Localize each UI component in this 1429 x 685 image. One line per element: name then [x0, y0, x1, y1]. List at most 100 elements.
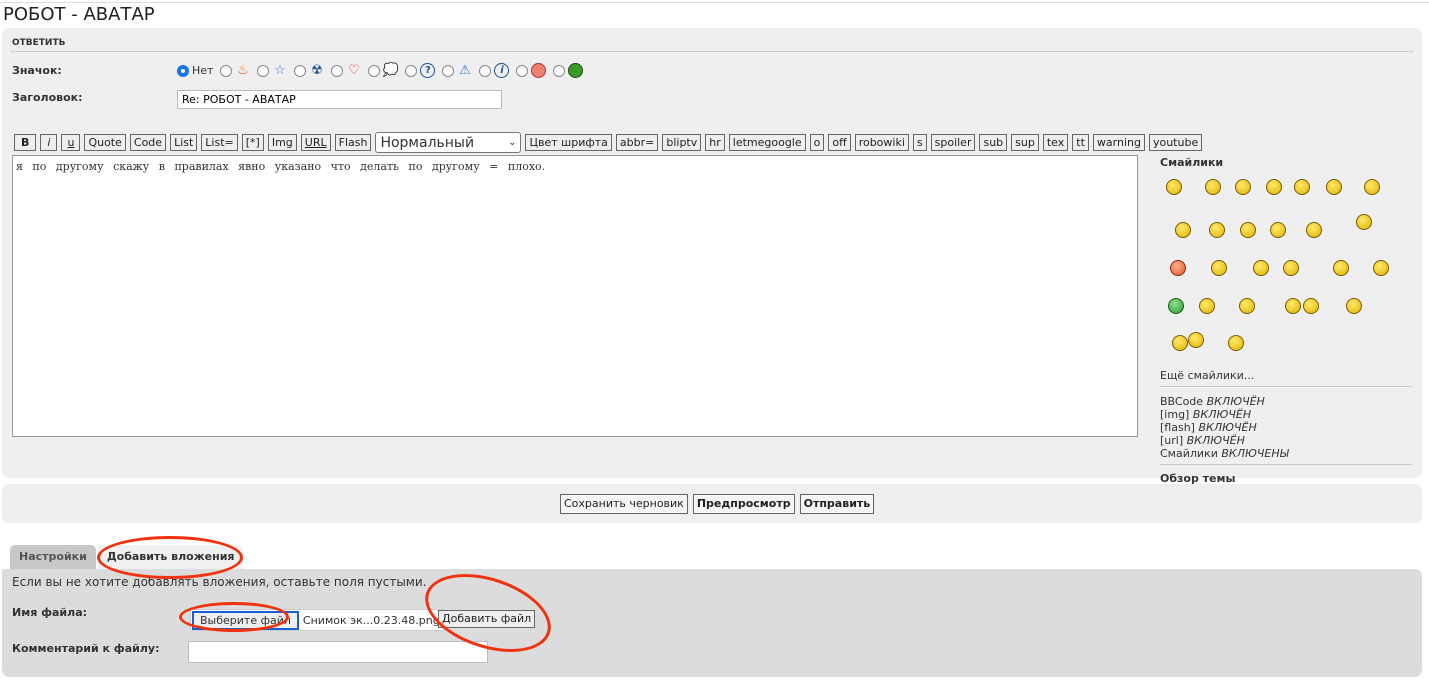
status-value: ВКЛЮЧЁН [1206, 395, 1265, 408]
filename-label: Имя файла: [12, 606, 88, 619]
smiley-icon[interactable] [1239, 298, 1255, 314]
tex-button[interactable]: tex [1042, 134, 1069, 151]
tab-settings[interactable]: Настройки [10, 545, 96, 569]
file-input[interactable]: Выберите файл Снимок эк...0.23.48.png [190, 609, 444, 631]
robowiki-button[interactable]: robowiki [854, 134, 909, 151]
icon-radio-none[interactable] [177, 64, 189, 77]
warning-button[interactable]: warning [1092, 134, 1145, 151]
radioactive-icon: ☢ [311, 63, 323, 78]
status-url: [url] ВКЛЮЧЁН [1160, 434, 1412, 447]
smiley-icon[interactable] [1294, 179, 1310, 195]
divider [1160, 386, 1412, 387]
heart-icon: ♡ [348, 63, 360, 78]
more-smilies-link[interactable]: Ещё смайлики... [1160, 369, 1412, 382]
icon-radio[interactable] [405, 64, 418, 77]
font-color-button[interactable]: Цвет шрифта [525, 134, 612, 151]
img-button[interactable]: Img [267, 134, 297, 151]
sup-button[interactable]: sup [1011, 134, 1039, 151]
smiley-icon[interactable] [1205, 179, 1221, 195]
hr-button[interactable]: hr [705, 134, 725, 151]
smiley-icon[interactable] [1364, 179, 1380, 195]
smiley-icon[interactable] [1356, 214, 1372, 230]
smiley-icon[interactable] [1235, 179, 1251, 195]
font-size-select[interactable]: Нормальный ⌄ [375, 132, 522, 153]
preview-button[interactable]: Предпросмотр [692, 494, 795, 514]
strike-button[interactable]: s [912, 134, 927, 151]
grin-face-icon [568, 63, 584, 78]
tt-button[interactable]: tt [1072, 134, 1089, 151]
icon-radio[interactable] [331, 64, 344, 77]
underline-button[interactable]: u [61, 134, 81, 151]
smiley-icon[interactable] [1285, 298, 1301, 314]
icon-radio[interactable] [220, 64, 233, 77]
smiley-icon[interactable] [1306, 222, 1322, 238]
warning-icon: ⚠ [459, 63, 471, 78]
smiley-icon[interactable] [1266, 179, 1282, 195]
smiley-icon[interactable] [1253, 260, 1269, 276]
smiley-icon[interactable] [1172, 335, 1188, 351]
youtube-button[interactable]: youtube [1148, 134, 1203, 151]
bold-button[interactable]: B [14, 134, 37, 151]
italic-button[interactable]: i [40, 134, 58, 151]
smiley-icon[interactable] [1209, 222, 1225, 238]
subject-input[interactable] [177, 90, 502, 109]
smiley-icon[interactable] [1228, 335, 1244, 351]
smiley-icon[interactable] [1333, 260, 1349, 276]
chevron-down-icon: ⌄ [508, 137, 517, 148]
o-button[interactable]: o [809, 134, 825, 151]
status-name: [flash] [1160, 421, 1195, 434]
smiley-icon[interactable] [1346, 298, 1362, 314]
status-smilies: Смайлики ВКЛЮЧЕНЫ [1160, 447, 1412, 460]
smiley-icon[interactable] [1326, 179, 1342, 195]
smiley-icon[interactable] [1170, 260, 1186, 276]
icon-radio[interactable] [442, 64, 455, 77]
smiley-icon[interactable] [1175, 222, 1191, 238]
url-button[interactable]: URL [300, 134, 331, 151]
smiley-icon[interactable] [1166, 179, 1182, 195]
list-button[interactable]: List [170, 134, 198, 151]
spoiler-button[interactable]: spoiler [930, 134, 976, 151]
icon-radio[interactable] [257, 64, 270, 77]
comment-label: Комментарий к файлу: [12, 642, 160, 655]
file-comment-textarea[interactable] [188, 641, 488, 663]
quote-button[interactable]: Quote [84, 134, 126, 151]
submit-button[interactable]: Отправить [799, 494, 875, 514]
tab-attachments[interactable]: Добавить вложения [97, 545, 244, 569]
off-button[interactable]: off [828, 134, 851, 151]
question-icon: ? [420, 63, 436, 78]
status-value: ВКЛЮЧЁН [1198, 421, 1257, 434]
smiley-icon[interactable] [1211, 260, 1227, 276]
top-divider [0, 2, 1429, 3]
icon-radio[interactable] [479, 64, 492, 77]
smiley-icon[interactable] [1188, 332, 1204, 348]
subject-label: Заголовок: [12, 91, 83, 104]
attachments-panel: Если вы не хотите добавлять вложения, ос… [2, 569, 1422, 677]
smiley-icon[interactable] [1270, 222, 1286, 238]
smiley-icon[interactable] [1373, 260, 1389, 276]
icon-radio[interactable] [553, 64, 566, 77]
code-button[interactable]: Code [129, 134, 167, 151]
add-file-button[interactable]: Добавить файл [438, 610, 536, 628]
icon-picker: Нет ♨ ☆ ☢ ♡ 💭 ? ⚠ i [177, 63, 587, 78]
save-draft-button[interactable]: Сохранить черновик [560, 494, 688, 514]
choose-file-button[interactable]: Выберите файл [192, 610, 299, 630]
list-item-button[interactable]: [*] [241, 134, 264, 151]
smiley-icon[interactable] [1283, 260, 1299, 276]
message-textarea[interactable]: я по другому скажу в правилах явно указа… [12, 155, 1138, 437]
letmegoogle-button[interactable]: letmegoogle [728, 134, 806, 151]
icon-radio[interactable] [294, 64, 307, 77]
icon-radio[interactable] [516, 64, 529, 77]
status-img: [img] ВКЛЮЧЁН [1160, 408, 1412, 421]
flash-button[interactable]: Flash [334, 134, 372, 151]
smiley-icon[interactable] [1240, 222, 1256, 238]
sub-button[interactable]: sub [979, 134, 1008, 151]
icon-radio[interactable] [368, 64, 381, 77]
smiley-icon[interactable] [1303, 298, 1319, 314]
icon-none-label: Нет [192, 64, 214, 77]
abbr-button[interactable]: abbr= [615, 134, 659, 151]
smiley-icon[interactable] [1199, 298, 1215, 314]
ordered-list-button[interactable]: List= [201, 134, 238, 151]
smiley-icon[interactable] [1168, 298, 1184, 314]
bliptv-button[interactable]: bliptv [662, 134, 702, 151]
fire-icon: ♨ [237, 63, 249, 78]
